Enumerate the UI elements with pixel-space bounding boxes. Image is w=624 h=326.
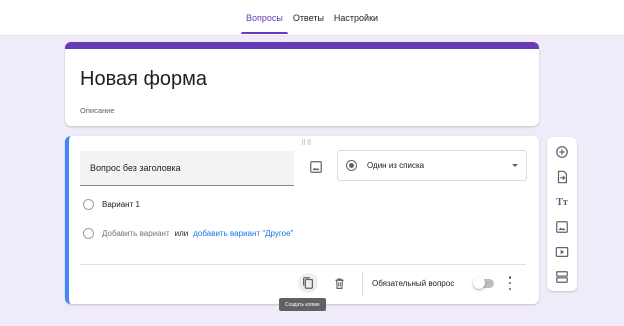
add-title-icon[interactable]: Tт (554, 194, 570, 210)
add-image-icon[interactable] (309, 160, 323, 174)
footer-divider (80, 264, 526, 265)
radio-checked-icon (346, 160, 357, 171)
more-options-icon[interactable] (507, 276, 513, 290)
option-item[interactable]: Вариант 1 (83, 199, 140, 210)
add-option-row: Добавить вариант или добавить вариант "Д… (83, 228, 293, 239)
tab-questions[interactable]: Вопросы (240, 0, 288, 36)
footer-separator (362, 271, 363, 295)
radio-unchecked-icon (83, 228, 94, 239)
add-question-icon[interactable] (554, 144, 570, 160)
question-title-input[interactable]: Вопрос без заголовка (80, 151, 294, 186)
drag-handle-icon[interactable]: ⠿⠿ (301, 139, 312, 147)
question-type-label: Один из списка (367, 161, 425, 170)
or-label: или (174, 229, 189, 238)
required-toggle[interactable] (473, 277, 494, 289)
tab-bar: Вопросы Ответы Настройки (0, 0, 624, 36)
question-title-text: Вопрос без заголовка (90, 163, 181, 173)
chevron-down-icon (512, 164, 518, 167)
add-section-icon[interactable] (554, 269, 570, 285)
add-other-option-link[interactable]: добавить вариант "Другое" (193, 229, 293, 238)
add-image-icon[interactable] (554, 219, 570, 235)
required-label: Обязательный вопрос (372, 279, 455, 288)
option-label[interactable]: Вариант 1 (102, 200, 140, 209)
trash-icon (334, 277, 344, 289)
delete-button[interactable] (331, 275, 347, 291)
add-video-icon[interactable] (554, 244, 570, 260)
top-bar: Вопросы Ответы Настройки (0, 0, 624, 36)
question-type-select[interactable]: Один из списка (337, 150, 527, 181)
radio-unchecked-icon (83, 199, 94, 210)
side-toolbar: Tт (547, 137, 577, 291)
question-card[interactable]: ⠿⠿ Вопрос без заголовка Один из списка В… (65, 136, 539, 304)
copy-icon (303, 277, 313, 289)
import-questions-icon[interactable] (554, 169, 570, 185)
tab-responses[interactable]: Ответы (288, 0, 329, 36)
form-header-card: Новая форма Описание (65, 42, 539, 126)
add-option-button[interactable]: Добавить вариант (102, 229, 170, 238)
form-description[interactable]: Описание (80, 106, 115, 115)
tab-settings[interactable]: Настройки (329, 0, 383, 36)
duplicate-button[interactable] (298, 273, 318, 293)
form-title[interactable]: Новая форма (80, 68, 207, 91)
copy-tooltip: Создать копию (279, 298, 326, 311)
